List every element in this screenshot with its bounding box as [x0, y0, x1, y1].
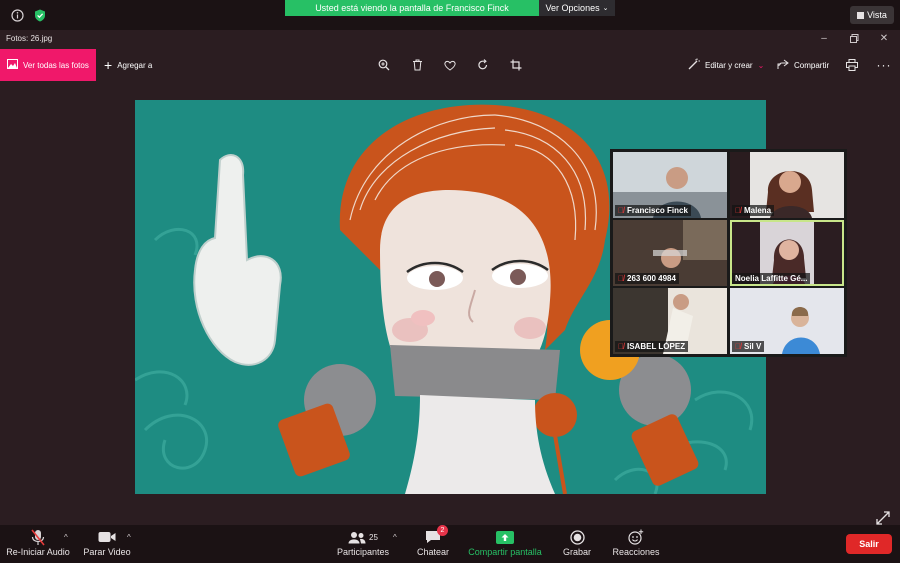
print-icon[interactable] [844, 57, 860, 73]
participant-name-label: 🎙̸ Francisco Finck [615, 205, 691, 216]
participant-name: Francisco Finck [627, 206, 688, 215]
participant-name-label: 🎙̸ 263 600 4984 [615, 273, 679, 284]
zoom-window: Usted está viendo la pantalla de Francis… [0, 0, 900, 563]
share-icon [777, 59, 789, 72]
add-to-label: Agregar a [117, 60, 153, 70]
window-title: Fotos: 26.jpg [6, 34, 53, 43]
zoom-control-bar: Re-Iniciar Audio ^ Parar Video ^ 25 Part… [0, 525, 900, 563]
participants-button[interactable]: 25 Participantes [334, 527, 392, 561]
participants-options-caret-icon[interactable]: ^ [393, 533, 397, 542]
info-icon[interactable] [10, 8, 24, 22]
edit-create-button[interactable]: Editar y crear ⌄ [688, 49, 764, 81]
participant-name-label: 🎙̸ Malena [732, 205, 775, 216]
muted-mic-icon: 🎙̸ [618, 274, 624, 283]
zoom-top-bar: Usted está viendo la pantalla de Francis… [0, 0, 900, 30]
muted-mic-icon: 🎙̸ [618, 342, 624, 351]
participant-name: Malena [744, 206, 772, 215]
add-to-button[interactable]: + Agregar a [104, 49, 152, 81]
participant-name: 263 600 4984 [627, 274, 676, 283]
participant-name: Noelia Laffitte Gé... [735, 274, 808, 283]
record-button[interactable]: Grabar [560, 527, 594, 561]
participant-name: ISABEL LÓPEZ [627, 342, 686, 351]
participants-icon [348, 531, 366, 543]
participant-name-label: 🎙̸ Sil V [732, 341, 765, 352]
audio-button[interactable]: Re-Iniciar Audio [6, 527, 70, 561]
plus-icon: + [104, 57, 113, 73]
share-screen-button[interactable]: Compartir pantalla [466, 527, 544, 561]
muted-microphone-icon [31, 527, 45, 547]
chat-label: Chatear [416, 547, 450, 557]
participant-name: Sil V [744, 342, 762, 351]
photos-gallery-icon [7, 59, 18, 71]
muted-mic-icon: 🎙̸ [735, 342, 741, 351]
video-camera-icon [98, 527, 116, 547]
minimize-icon[interactable]: – [818, 32, 830, 44]
participant-tile-active-speaker[interactable]: Noelia Laffitte Gé... [730, 220, 844, 286]
rotate-icon[interactable] [475, 57, 491, 73]
screen-share-banner: Usted está viendo la pantalla de Francis… [285, 0, 539, 16]
fullscreen-expand-icon[interactable] [876, 511, 890, 525]
share-screen-label: Compartir pantalla [468, 547, 542, 557]
participants-icon-group: 25 [348, 527, 378, 547]
delete-icon[interactable] [409, 57, 425, 73]
participant-tile[interactable]: 🎙̸ Malena [730, 152, 844, 218]
zoom-in-icon[interactable] [376, 57, 392, 73]
participant-gallery: 🎙̸ Francisco Finck 🎙̸ Malena 🎙̸ 263 600 … [610, 149, 847, 357]
chat-unread-badge: 2 [437, 525, 448, 536]
audio-label: Re-Iniciar Audio [6, 547, 70, 557]
reactions-button[interactable]: Reacciones [612, 527, 660, 561]
view-mode-button[interactable]: Vista [850, 6, 894, 24]
share-button[interactable]: Compartir [777, 49, 829, 81]
reactions-label: Reacciones [612, 547, 660, 557]
see-all-photos-label: Ver todas las fotos [23, 60, 89, 70]
chat-bubble-icon: 2 [425, 525, 448, 547]
participant-tile[interactable]: 🎙̸ 263 600 4984 [613, 220, 727, 286]
grid-icon [857, 11, 865, 19]
record-icon [569, 527, 585, 547]
video-options-caret-icon[interactable]: ^ [127, 533, 131, 542]
video-button[interactable]: Parar Video [82, 527, 132, 561]
participants-count: 25 [369, 532, 378, 542]
restore-icon[interactable] [848, 32, 860, 44]
share-label: Compartir [794, 60, 830, 70]
view-options-label: Ver Opciones [545, 3, 600, 13]
edit-create-label: Editar y crear [705, 60, 753, 70]
chevron-down-icon: ⌄ [602, 5, 609, 12]
participant-tile[interactable]: 🎙̸ Francisco Finck [613, 152, 727, 218]
chevron-down-icon: ⌄ [757, 60, 765, 70]
security-shield-icon[interactable] [33, 8, 47, 22]
view-options-button[interactable]: Ver Opciones ⌄ [539, 0, 615, 16]
see-all-photos-button[interactable]: Ver todas las fotos [0, 49, 96, 81]
photos-app-window: Fotos: 26.jpg – ✕ Ver todas las fotos + … [0, 30, 900, 525]
share-screen-icon [496, 527, 514, 547]
muted-mic-icon: 🎙̸ [735, 206, 741, 215]
participant-name-label: 🎙̸ ISABEL LÓPEZ [615, 341, 689, 352]
record-label: Grabar [562, 547, 591, 557]
participant-tile[interactable]: 🎙̸ ISABEL LÓPEZ [613, 288, 727, 354]
leave-meeting-button[interactable]: Salir [846, 534, 892, 554]
participant-name-label: Noelia Laffitte Gé... [732, 273, 811, 284]
muted-mic-icon: 🎙̸ [618, 206, 624, 215]
close-icon[interactable]: ✕ [878, 32, 890, 44]
participant-tile[interactable]: 🎙̸ Sil V [730, 288, 844, 354]
crop-icon[interactable] [508, 57, 524, 73]
view-mode-label: Vista [867, 10, 887, 20]
photos-toolbar: Ver todas las fotos + Agregar a Editar y… [0, 49, 900, 81]
audio-options-caret-icon[interactable]: ^ [64, 533, 68, 542]
video-label: Parar Video [83, 547, 131, 557]
edit-wand-icon [688, 58, 700, 72]
favorite-heart-icon[interactable] [442, 57, 458, 73]
reactions-smiley-icon [628, 527, 644, 547]
more-options-icon[interactable]: ··· [876, 57, 892, 73]
chat-button[interactable]: 2 Chatear [414, 525, 452, 561]
participants-label: Participantes [336, 547, 390, 557]
